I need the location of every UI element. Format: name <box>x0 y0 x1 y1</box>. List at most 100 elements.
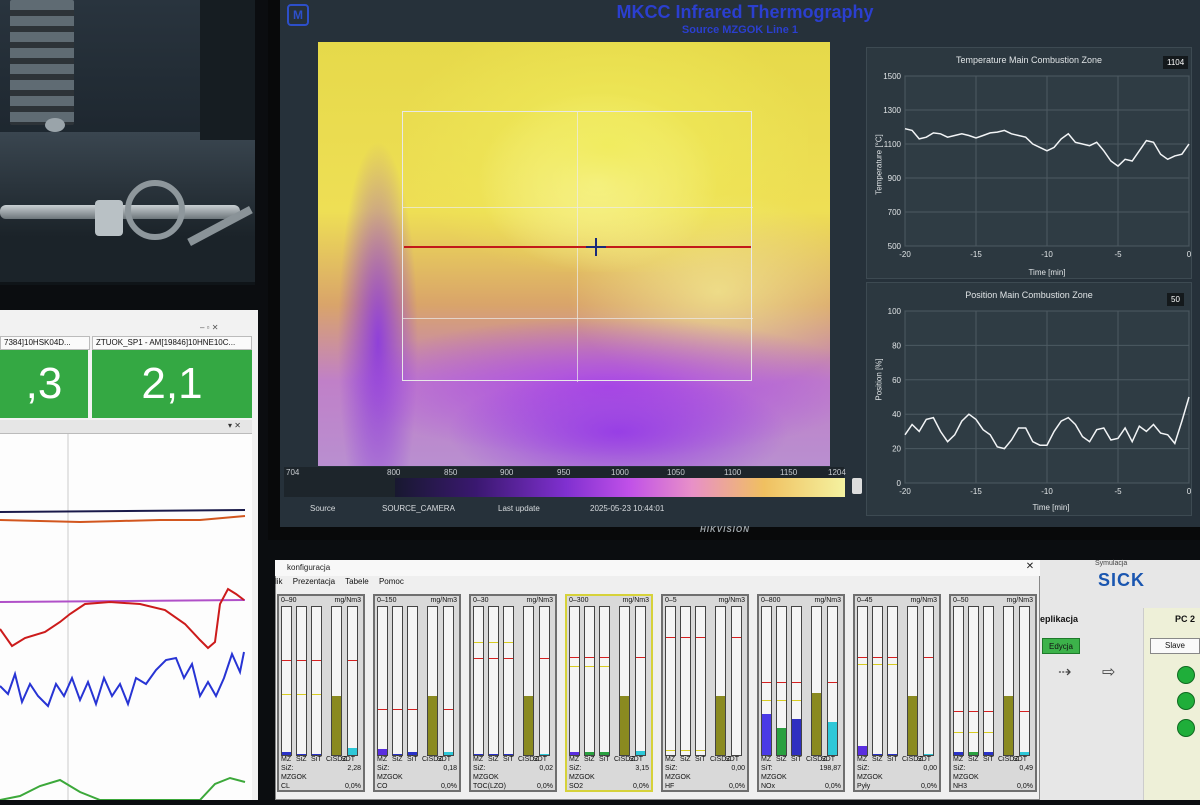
limit-line <box>792 682 801 683</box>
gauge-text: MZGOK <box>569 774 595 781</box>
menu-item-plik[interactable]: lik <box>275 577 283 586</box>
gauge-bar <box>791 606 802 756</box>
page-title: MKCC Infrared Thermography <box>616 2 874 22</box>
limit-line <box>969 710 978 712</box>
gauge-text: SiZ: <box>569 765 582 772</box>
bar-label: CiSDZ <box>518 756 539 763</box>
menu-item-prezentacja[interactable]: Prezentacja <box>293 577 335 586</box>
bar-label: SiZ <box>296 756 307 763</box>
gauge-text: SiZ: <box>473 765 486 772</box>
machine-column <box>28 0 74 125</box>
bar-label: MZ <box>569 756 580 763</box>
gauge-bar <box>665 606 676 756</box>
gauge-fill <box>888 753 897 755</box>
gauge-co[interactable]: 0–150 mg/Nm3 MZ SiZ SiT CiSDZSDT SiZ: 0,18 MZGOK… <box>373 594 461 792</box>
threshold-line <box>984 731 993 733</box>
bar-label: SiZ <box>584 756 595 763</box>
limit-line <box>312 659 321 661</box>
bar-label: SDT <box>533 756 547 763</box>
gauge-pyy[interactable]: 0–45 mg/Nm3 MZ SiZ SiT CiSDZSDT SiZ: 0,00 MZGOK P… <box>853 594 941 792</box>
menu-item-pomoc[interactable]: Pomoc <box>379 577 404 586</box>
gauge-nh3[interactable]: 0–50 mg/Nm3 MZ SiZ SiT CiSDZSDT SiZ: 0,49 MZGOK N… <box>949 594 1037 792</box>
gauge-range: 0–90 <box>281 597 297 604</box>
tile-value: 2,1 <box>92 350 252 418</box>
x-tick-label: -10 <box>1041 487 1053 496</box>
limit-line <box>570 656 579 658</box>
gauge-fill <box>332 695 341 755</box>
gauge-unit: mg/Nm3 <box>334 597 361 604</box>
gauge-text: MZGOK <box>953 774 979 781</box>
gauge-bar <box>887 606 898 756</box>
threshold-line <box>762 700 771 701</box>
gauge-toclzo[interactable]: 0–30 mg/Nm3 MZ SiZ SiT CiSDZSDT SiZ: 0,02 MZGOK T… <box>469 594 557 792</box>
gauge-bar <box>503 606 514 756</box>
bar-label: SiT <box>407 756 418 763</box>
gauge-value: 0,49 <box>1019 765 1033 772</box>
gauge-text: SO2 <box>569 783 584 790</box>
gauge-nox[interactable]: 0–800 mg/Nm3 MZ SiZ SiT CiSDZSDT SiT: 198,87 MZG… <box>757 594 845 792</box>
gauge-text: MZGOK <box>281 774 307 781</box>
gauge-unit: mg/Nm3 <box>718 597 745 604</box>
limit-line <box>282 659 291 661</box>
limit-line <box>954 710 963 712</box>
x-tick-label: 0 <box>1187 487 1192 496</box>
tile-header: ZTUOK_SP1 - AM[19846]10HNE10C... <box>92 336 252 350</box>
edit-button[interactable]: Edycja <box>1042 638 1080 654</box>
y-axis-label: Position [%] <box>874 358 884 401</box>
gauge-bar <box>377 606 388 756</box>
gauge-fill <box>954 752 963 755</box>
crosshair-icon[interactable] <box>595 238 597 256</box>
tile-header: 7384]10HSK04D... <box>0 336 90 350</box>
gauge-hf[interactable]: 0–5 mg/Nm3 MZ SiZ SiT CiSDZSDT SiZ: 0,00 MZGOK HF… <box>661 594 749 792</box>
threshold-line <box>954 731 963 733</box>
gauge-unit: mg/Nm3 <box>814 597 841 604</box>
slave-button[interactable]: Slave <box>1150 638 1200 654</box>
gauge-text: MZGOK <box>857 774 883 781</box>
bar-label: SiT <box>503 756 514 763</box>
status-led <box>1177 666 1195 684</box>
bar-label: SiT <box>599 756 610 763</box>
window-controls[interactable]: – ▫ ✕ <box>200 323 218 332</box>
gauge-range: 0–30 <box>473 597 489 604</box>
gauge-bar-labels: MZ SiZ SiT CiSDZSDT <box>761 756 845 763</box>
gauge-text: CL <box>281 783 290 790</box>
scale-tick: 950 <box>557 468 571 477</box>
x-tick-label: -10 <box>1041 250 1053 259</box>
gauge-value: 198,87 <box>819 765 841 772</box>
gauge-fill <box>600 752 609 755</box>
limit-line <box>348 659 357 661</box>
gauge-value: 0,0% <box>345 783 361 790</box>
gauge-bar <box>296 606 307 756</box>
gauge-range: 0–45 <box>857 597 873 604</box>
source-label: Source <box>310 504 336 513</box>
arrow-icon: ⇨ <box>1102 664 1116 681</box>
gauge-so2[interactable]: 0–300 mg/Nm3 MZ SiZ SiT CiSDZSDT SiZ: 3,15 MZGOK… <box>565 594 653 792</box>
threshold-line <box>873 664 882 665</box>
gauge-fill <box>524 695 533 755</box>
gauge-bar <box>983 606 994 756</box>
camera-feed <box>0 0 255 285</box>
menu-item-tabele[interactable]: Tabele <box>345 577 369 586</box>
dropdown-icon[interactable]: ▾ ✕ <box>228 421 241 430</box>
threshold-line <box>312 694 321 695</box>
y-tick-label: 20 <box>892 445 901 454</box>
bar-label: SDT <box>341 756 355 763</box>
gauge-range: 0–150 <box>377 597 397 604</box>
gauge-fill <box>540 753 549 755</box>
limit-line <box>504 658 513 659</box>
bar-label: SiZ <box>680 756 691 763</box>
gauge-bar <box>968 606 979 756</box>
bar-label: SiZ <box>968 756 979 763</box>
threshold-line <box>474 641 483 643</box>
y-tick-label: 100 <box>888 307 902 316</box>
gauge-fill <box>762 713 771 755</box>
close-icon[interactable]: ✕ <box>1024 561 1036 572</box>
gauge-cl[interactable]: 0–90 mg/Nm3 MZ SiZ SiT CiSDZSDT SiZ: 2,28 MZGOK C… <box>277 594 365 792</box>
threshold-line <box>570 665 579 667</box>
profile-line[interactable] <box>404 246 751 248</box>
gauge-bar <box>599 606 610 756</box>
gauge-bar <box>488 606 499 756</box>
x-tick-label: -5 <box>1114 250 1122 259</box>
gauge-fill <box>504 753 513 755</box>
bar-label: CiSDZ <box>422 756 443 763</box>
